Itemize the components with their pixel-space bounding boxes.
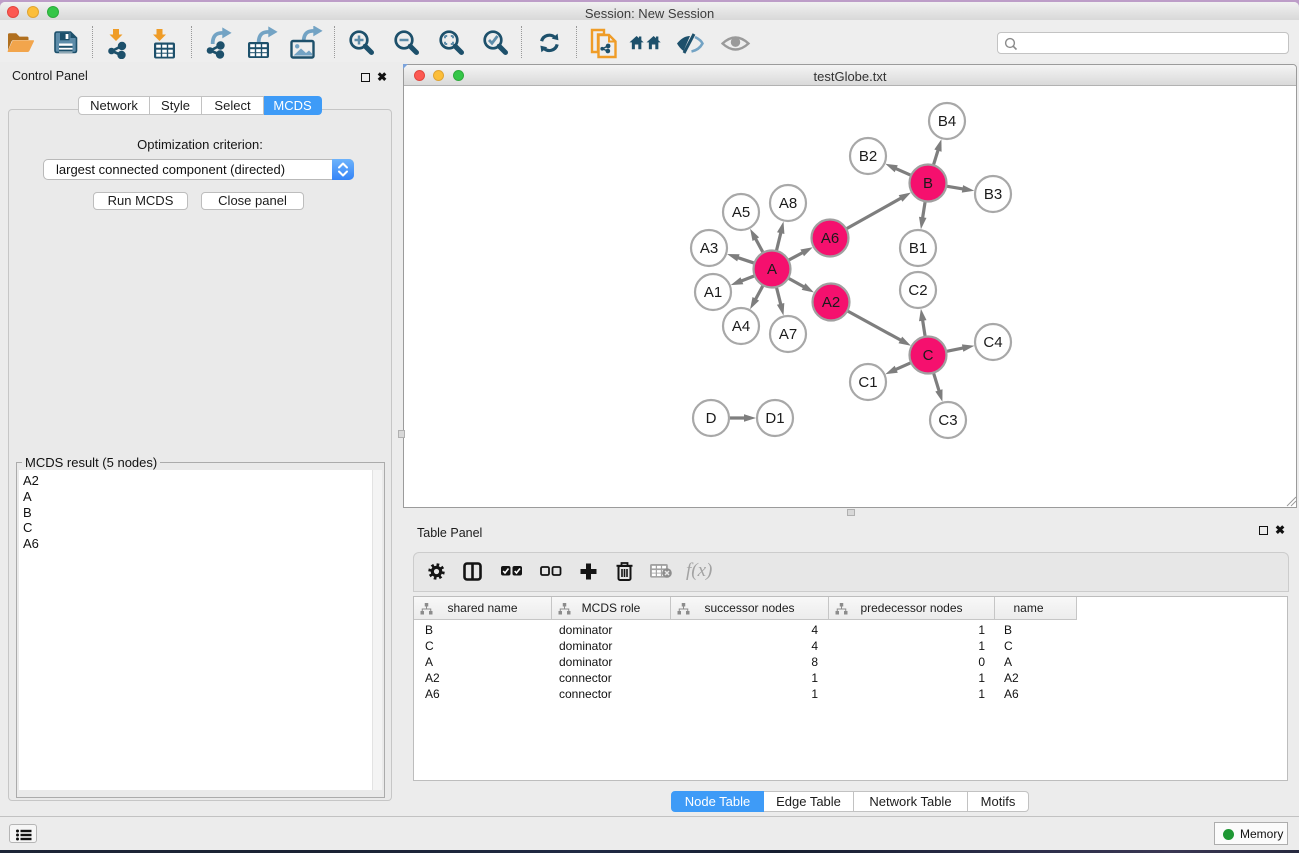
svg-text:D: D [706, 410, 717, 427]
svg-text:A6: A6 [821, 230, 839, 247]
svg-text:A1: A1 [704, 284, 722, 301]
svg-text:B4: B4 [938, 113, 956, 130]
svg-text:B1: B1 [909, 240, 927, 257]
svg-text:D1: D1 [765, 410, 784, 427]
svg-text:A4: A4 [732, 318, 750, 335]
svg-text:B: B [923, 175, 933, 192]
svg-text:B2: B2 [859, 148, 877, 165]
svg-text:A5: A5 [732, 204, 750, 221]
svg-text:C: C [923, 347, 934, 364]
svg-text:A2: A2 [822, 294, 840, 311]
svg-text:A: A [767, 261, 777, 278]
svg-text:C2: C2 [908, 282, 927, 299]
svg-text:A7: A7 [779, 326, 797, 343]
svg-text:B3: B3 [984, 186, 1002, 203]
svg-text:C1: C1 [858, 374, 877, 391]
svg-text:A8: A8 [779, 195, 797, 212]
svg-text:C4: C4 [983, 334, 1002, 351]
svg-text:A3: A3 [700, 240, 718, 257]
svg-text:C3: C3 [938, 412, 957, 429]
